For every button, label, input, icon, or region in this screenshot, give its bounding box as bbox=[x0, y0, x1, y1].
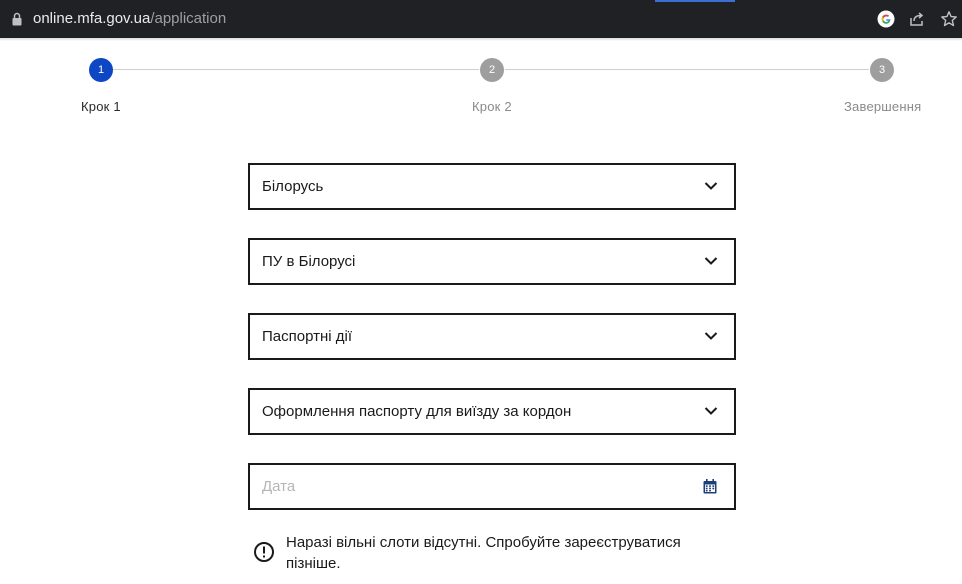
exclamation-circle-icon bbox=[254, 542, 274, 562]
step-1-circle: 1 bbox=[89, 58, 113, 82]
star-icon[interactable] bbox=[940, 10, 958, 28]
date-field[interactable]: Дата bbox=[248, 463, 736, 510]
chevron-down-icon bbox=[704, 407, 718, 415]
country-select[interactable]: Білорусь bbox=[248, 163, 736, 210]
toolbar-shadow bbox=[0, 38, 962, 41]
chevron-down-icon bbox=[704, 332, 718, 340]
calendar-icon[interactable] bbox=[703, 479, 717, 494]
step-2-label: Крок 2 bbox=[472, 99, 512, 114]
chevron-down-icon bbox=[704, 257, 718, 265]
step-2-circle: 2 bbox=[480, 58, 504, 82]
lock-icon bbox=[12, 12, 22, 26]
step-3-circle: 3 bbox=[870, 58, 894, 82]
step-connector bbox=[113, 69, 479, 70]
url-path: /application bbox=[150, 10, 227, 27]
url-field[interactable]: online.mfa.gov.ua/application bbox=[33, 10, 226, 28]
url-host: online.mfa.gov.ua bbox=[33, 10, 151, 27]
service-category-select-value: Паспортні дії bbox=[262, 328, 353, 345]
chevron-down-icon bbox=[704, 182, 718, 190]
service-select[interactable]: Оформлення паспорту для виїзду за кордон bbox=[248, 388, 736, 435]
service-category-select[interactable]: Паспортні дії bbox=[248, 313, 736, 360]
google-icon[interactable] bbox=[877, 10, 895, 28]
tab-accent-line bbox=[655, 0, 735, 2]
no-slots-notice: Наразі вільні слоти відсутні. Спробуйте … bbox=[286, 534, 681, 572]
consular-office-select-value: ПУ в Білорусі bbox=[262, 253, 356, 270]
step-1-label: Крок 1 bbox=[81, 99, 121, 114]
consular-office-select[interactable]: ПУ в Білорусі bbox=[248, 238, 736, 285]
date-placeholder: Дата bbox=[262, 478, 296, 495]
step-connector bbox=[505, 69, 869, 70]
service-select-value: Оформлення паспорту для виїзду за кордон bbox=[262, 403, 572, 420]
share-icon[interactable] bbox=[908, 10, 926, 28]
step-3-label: Завершення bbox=[844, 99, 922, 114]
progress-stepper: 1 2 3 Крок 1 Крок 2 Завершення bbox=[0, 54, 962, 124]
browser-address-bar: online.mfa.gov.ua/application bbox=[0, 0, 962, 38]
country-select-value: Білорусь bbox=[262, 178, 324, 195]
